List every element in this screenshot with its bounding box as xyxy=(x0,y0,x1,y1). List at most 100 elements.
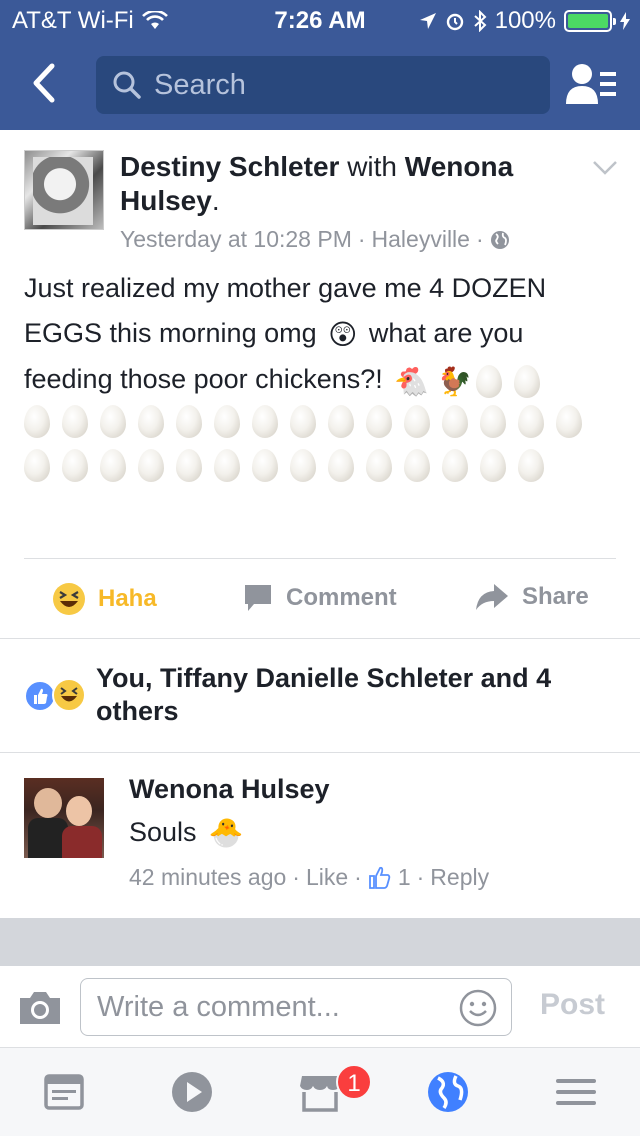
egg-emoji xyxy=(62,449,88,483)
egg-emoji xyxy=(24,449,50,483)
egg-emoji xyxy=(366,405,392,439)
post-button[interactable]: Post xyxy=(540,988,605,1022)
comment-label: Comment xyxy=(286,584,397,611)
share-arrow-icon xyxy=(476,584,508,610)
inline-eggs xyxy=(476,364,552,398)
globe-notifications-icon[interactable] xyxy=(426,1070,470,1114)
comment-button[interactable]: Comment xyxy=(242,582,397,614)
share-label: Share xyxy=(522,583,589,610)
search-input[interactable]: Search xyxy=(96,56,550,114)
search-placeholder: Search xyxy=(154,68,246,101)
egg-emoji xyxy=(480,449,506,483)
comment-meta: 42 minutes ago · Like · 1 · Reply xyxy=(129,864,490,891)
post-text: Just realized my mother gave me 4 DOZEN … xyxy=(24,266,604,404)
share-button[interactable]: Share xyxy=(474,582,589,612)
globe-icon xyxy=(490,230,509,249)
egg-emoji xyxy=(404,405,430,439)
chevron-down-icon[interactable] xyxy=(592,160,618,176)
charging-icon xyxy=(620,12,630,30)
egg-emoji xyxy=(442,449,468,483)
marketplace-icon[interactable] xyxy=(298,1070,342,1114)
astonished-emoji: 😲 xyxy=(328,319,358,351)
reactions-text: You, Tiffany Danielle Schleter and 4 oth… xyxy=(96,663,552,726)
egg-emoji xyxy=(24,405,50,439)
egg-emoji xyxy=(62,405,88,439)
battery-percent: 100% xyxy=(494,7,556,34)
egg-emoji-grid xyxy=(24,400,604,488)
haha-reaction-icon xyxy=(52,678,86,712)
egg-emoji xyxy=(514,364,541,398)
haha-label: Haha xyxy=(98,585,157,612)
egg-emoji xyxy=(518,449,544,483)
egg-emoji xyxy=(176,405,202,439)
alarm-icon xyxy=(446,13,463,31)
reactions-summary[interactable]: You, Tiffany Danielle Schleter and 4 oth… xyxy=(24,662,624,732)
news-feed-icon[interactable] xyxy=(42,1070,86,1114)
egg-emoji xyxy=(556,405,582,439)
comment-text: Souls 🐣 xyxy=(129,817,244,848)
post-text-line-3: feeding those poor chickens?! 🐔 🐓 xyxy=(24,357,604,403)
commenter-avatar[interactable] xyxy=(24,778,104,858)
friends-list-icon[interactable] xyxy=(566,62,618,108)
egg-emoji xyxy=(100,405,126,439)
egg-emoji xyxy=(138,405,164,439)
status-right: 100% xyxy=(419,7,630,35)
location-icon xyxy=(419,13,436,29)
comment-input-placeholder: Write a comment... xyxy=(97,990,340,1023)
egg-emoji xyxy=(290,405,316,439)
post-location[interactable]: Haleyville xyxy=(372,226,470,253)
haha-reaction-icon xyxy=(53,583,85,615)
egg-emoji xyxy=(328,405,354,439)
comment-time: 42 minutes ago xyxy=(129,864,287,890)
tab-bar: 1 xyxy=(0,1048,640,1136)
search-icon xyxy=(113,71,141,99)
rooster-emoji: 🐓 xyxy=(437,365,473,397)
nav-bar: Search xyxy=(0,40,640,130)
post-divider xyxy=(24,558,616,559)
video-play-icon[interactable] xyxy=(170,1070,214,1114)
menu-hamburger-icon[interactable] xyxy=(554,1070,598,1114)
post-actions: Haha Comment Share xyxy=(0,570,640,630)
egg-emoji xyxy=(476,364,503,398)
haha-button[interactable]: Haha xyxy=(52,582,157,616)
post-text-line-1: Just realized my mother gave me 4 DOZEN xyxy=(24,273,547,303)
post-meta: Yesterday at 10:28 PM · Haleyville · xyxy=(120,226,510,253)
notification-badge: 1 xyxy=(336,1064,372,1100)
thumbs-up-icon xyxy=(368,866,391,889)
author-avatar[interactable] xyxy=(24,150,104,230)
status-bar: AT&T Wi-Fi 7:26 AM 100% xyxy=(0,0,640,40)
camera-icon[interactable] xyxy=(18,988,62,1026)
egg-emoji xyxy=(480,405,506,439)
egg-emoji xyxy=(214,449,240,483)
comment-composer: Write a comment... Post xyxy=(0,966,640,1048)
egg-emoji xyxy=(518,405,544,439)
egg-emoji xyxy=(252,405,278,439)
egg-emoji xyxy=(100,449,126,483)
comment-input[interactable]: Write a comment... xyxy=(80,978,512,1036)
section-divider xyxy=(0,752,640,753)
battery-icon xyxy=(564,10,616,32)
comment-reply-link[interactable]: Reply xyxy=(430,864,489,891)
comment-like-link[interactable]: Like xyxy=(306,864,348,891)
egg-emoji xyxy=(404,449,430,483)
separator-band xyxy=(0,918,640,966)
egg-emoji xyxy=(328,449,354,483)
post-time[interactable]: Yesterday at 10:28 PM xyxy=(120,226,352,253)
comment-like-count: 1 xyxy=(397,864,411,890)
post-text-line-2: EGGS this morning omg 😲 what are you xyxy=(24,311,604,357)
bluetooth-icon xyxy=(473,10,487,32)
egg-emoji xyxy=(138,449,164,483)
back-arrow-icon[interactable] xyxy=(22,58,66,108)
egg-emoji xyxy=(442,405,468,439)
with-word: with xyxy=(347,151,397,182)
commenter-name[interactable]: Wenona Hulsey xyxy=(129,774,330,805)
egg-emoji xyxy=(176,449,202,483)
section-divider xyxy=(0,638,640,639)
author-name[interactable]: Destiny Schleter xyxy=(120,151,339,182)
egg-emoji xyxy=(290,449,316,483)
comment-item: Wenona Hulsey Souls 🐣 42 minutes ago · L… xyxy=(24,774,624,904)
chicken-emoji: 🐔 xyxy=(394,365,430,397)
emoji-picker-icon[interactable] xyxy=(459,989,497,1027)
egg-emoji xyxy=(366,449,392,483)
comment-bubble-icon xyxy=(245,585,271,611)
